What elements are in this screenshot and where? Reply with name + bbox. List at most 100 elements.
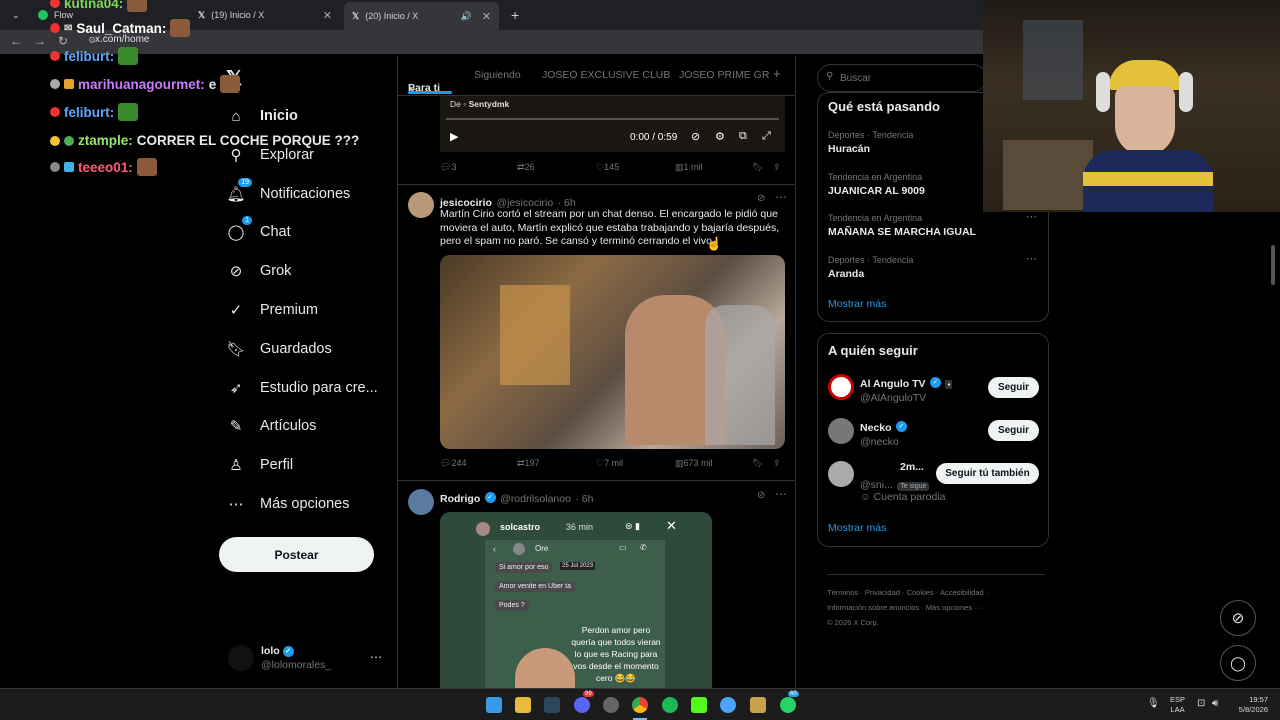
tab-joseo-exclusive[interactable]: JOSEO EXCLUSIVE CLUB bbox=[542, 69, 670, 81]
tweet-author-name[interactable]: Rodrigo bbox=[440, 493, 480, 505]
steam-icon[interactable] bbox=[544, 697, 560, 713]
video-progress[interactable] bbox=[446, 118, 779, 120]
account-more-icon[interactable]: ⋯ bbox=[370, 650, 382, 664]
scrollbar[interactable] bbox=[1271, 245, 1275, 285]
grok-icon[interactable]: ⊘ bbox=[757, 490, 765, 501]
nav-perfil[interactable]: ♙ Perfil bbox=[226, 450, 293, 480]
video-player[interactable]: De ◦ Sentydmk ▶ 0:00 / 0:59 ⊘ ⚙ ⧉ ⤢ bbox=[440, 96, 785, 152]
avatar[interactable] bbox=[408, 192, 434, 218]
retweet-button[interactable]: ⇄ 197 bbox=[517, 458, 540, 469]
like-button[interactable]: ♡ 7 mil bbox=[596, 458, 623, 469]
show-more-follow[interactable]: Mostrar más bbox=[828, 522, 886, 534]
microphone-icon[interactable]: 🎙︎ bbox=[1147, 698, 1160, 709]
close-icon[interactable]: ✕ bbox=[323, 9, 332, 22]
avatar bbox=[476, 522, 490, 536]
reply-button[interactable]: 💬︎ 244 bbox=[440, 458, 466, 469]
tweet-author-handle[interactable]: @rodrilsolanoo bbox=[500, 493, 571, 505]
settings-icon[interactable]: ⚙ bbox=[715, 130, 725, 143]
tab-siguiendo[interactable]: Siguiendo bbox=[474, 69, 521, 81]
back-icon[interactable]: ← bbox=[10, 34, 22, 48]
grok-floating-button[interactable]: ⊘ bbox=[1220, 600, 1256, 636]
clock[interactable]: 19:57 5/8/2026 bbox=[1232, 695, 1268, 715]
nav-articulos[interactable]: ✎ Artículos bbox=[226, 411, 317, 441]
retweet-button[interactable]: ⇄ 26 bbox=[517, 162, 535, 173]
tab-joseo-prime[interactable]: JOSEO PRIME GR bbox=[679, 69, 769, 81]
nav-chat[interactable]: ◯ 1 Chat bbox=[226, 216, 291, 247]
avatar[interactable] bbox=[828, 418, 854, 444]
follow-button[interactable]: Seguir bbox=[988, 377, 1039, 398]
kick-icon[interactable] bbox=[691, 697, 707, 713]
nav-mas-opciones[interactable]: ⋯ Más opciones bbox=[226, 489, 350, 519]
whatsapp-icon[interactable]: 60 bbox=[780, 691, 799, 713]
avatar[interactable] bbox=[408, 489, 434, 515]
mute-icon[interactable]: ⊘ bbox=[691, 130, 700, 143]
trend-item[interactable]: Deportes · Tendencia Aranda bbox=[828, 255, 1038, 287]
network-icon[interactable]: ⊡ bbox=[1197, 698, 1205, 709]
bookmark-icon[interactable]: 🔖︎ bbox=[752, 162, 763, 173]
chrome-icon[interactable] bbox=[632, 697, 648, 713]
discord-icon[interactable]: 99 bbox=[574, 691, 594, 713]
who-to-follow-card: A quién seguir Al Angulo TV ✓ ▪ @AlAngulo… bbox=[817, 333, 1049, 547]
footer-links[interactable]: Términos · Privacidad · Cookies · Accesi… bbox=[827, 588, 988, 597]
search-input[interactable]: Buscar bbox=[840, 73, 871, 84]
speaker-icon[interactable]: 🔊 bbox=[461, 11, 472, 22]
messages-floating-button[interactable]: ◯ bbox=[1220, 645, 1256, 681]
new-tab-button[interactable]: + bbox=[503, 4, 521, 26]
file-explorer-icon[interactable] bbox=[515, 697, 531, 713]
show-more-trends[interactable]: Mostrar más bbox=[828, 298, 886, 310]
grok-icon[interactable]: ⊘ bbox=[757, 193, 765, 204]
play-icon[interactable]: ▶ bbox=[450, 130, 458, 143]
close-icon[interactable]: ✕ bbox=[482, 10, 491, 23]
share-icon[interactable]: ⇪ bbox=[773, 458, 781, 469]
tweet-image-story[interactable]: solcastro 36 min ⊜ ▮ ✕ ‹ Ore ▭ ✆ Si amor… bbox=[440, 512, 712, 688]
avatar[interactable] bbox=[828, 461, 854, 487]
x-logo-icon: 𝕏 bbox=[198, 9, 206, 20]
nav-premium[interactable]: ✓ Premium bbox=[226, 295, 318, 325]
nav-grok[interactable]: ⊘ Grok bbox=[226, 256, 292, 286]
obs-icon[interactable] bbox=[603, 697, 619, 713]
badge-icon bbox=[50, 135, 60, 146]
app-icon[interactable] bbox=[720, 697, 736, 713]
bookmark-icon[interactable]: 🔖︎ bbox=[752, 458, 763, 469]
account-name[interactable]: lolo ✓ bbox=[261, 645, 294, 657]
nav-estudio[interactable]: ➶ Estudio para cre... bbox=[226, 373, 378, 403]
account-avatar[interactable] bbox=[228, 645, 254, 671]
trend-item[interactable]: Tendencia en Argentina MAÑANA SE MARCHA I… bbox=[828, 213, 1038, 245]
footer-links[interactable]: Información sobre anuncios · Más opcione… bbox=[827, 603, 982, 612]
post-button[interactable]: Postear bbox=[219, 537, 374, 572]
pip-icon[interactable]: ⧉ bbox=[739, 130, 747, 143]
tweet-time[interactable]: · 6h bbox=[575, 493, 593, 505]
follow-back-button[interactable]: Seguir tú también bbox=[936, 463, 1039, 484]
nav-inicio[interactable]: ⌂ Inicio bbox=[226, 101, 297, 131]
follow-suggestion[interactable]: Al Angulo TV ✓ ▪ @AlAnguloTV bbox=[860, 374, 953, 404]
follow-suggestion[interactable]: Necko ✓ @necko bbox=[860, 418, 907, 448]
avatar[interactable] bbox=[828, 374, 854, 400]
follow-button[interactable]: Seguir bbox=[988, 420, 1039, 441]
nav-guardados[interactable]: 🔖︎ Guardados bbox=[226, 334, 331, 364]
add-tab-icon[interactable]: + bbox=[773, 66, 781, 81]
views-button[interactable]: ▥ 1 mil bbox=[675, 162, 703, 173]
windows-start-icon[interactable] bbox=[486, 697, 502, 713]
more-icon[interactable]: ⋯ bbox=[775, 190, 787, 204]
reply-button[interactable]: 💬︎ 3 bbox=[440, 162, 456, 173]
more-icon[interactable]: ⋯ bbox=[775, 487, 787, 501]
search-box[interactable]: ⚲ Buscar bbox=[817, 64, 987, 92]
views-button[interactable]: ▥ 673 mil bbox=[675, 458, 713, 469]
game-icon[interactable] bbox=[750, 697, 766, 713]
follow-name[interactable]: 2m... bbox=[900, 461, 924, 473]
verified-icon: ✓ bbox=[895, 421, 907, 433]
language-indicator[interactable]: ESP LAA bbox=[1170, 695, 1185, 715]
share-icon[interactable]: ⇪ bbox=[773, 162, 781, 173]
close-icon[interactable]: ✕ bbox=[666, 518, 677, 534]
like-button[interactable]: ♡ 145 bbox=[596, 162, 619, 173]
more-icon[interactable]: ⋯ bbox=[1026, 252, 1037, 265]
tweet-image[interactable] bbox=[440, 255, 785, 449]
tab-list-button[interactable]: ⌄ bbox=[4, 4, 24, 26]
spotify-icon[interactable] bbox=[662, 697, 678, 713]
forward-icon[interactable]: → bbox=[34, 34, 46, 48]
volume-icon[interactable]: 🔊︎ bbox=[1212, 698, 1218, 709]
tab-inicio-19[interactable]: 𝕏 (19) Inicio / X ✕ bbox=[190, 4, 340, 26]
nav-notificaciones[interactable]: 🔔︎ 19 Notificaciones bbox=[226, 178, 350, 209]
fullscreen-icon[interactable]: ⤢ bbox=[762, 130, 771, 143]
tab-inicio-20[interactable]: 𝕏 (20) Inicio / X 🔊 ✕ bbox=[344, 2, 499, 30]
